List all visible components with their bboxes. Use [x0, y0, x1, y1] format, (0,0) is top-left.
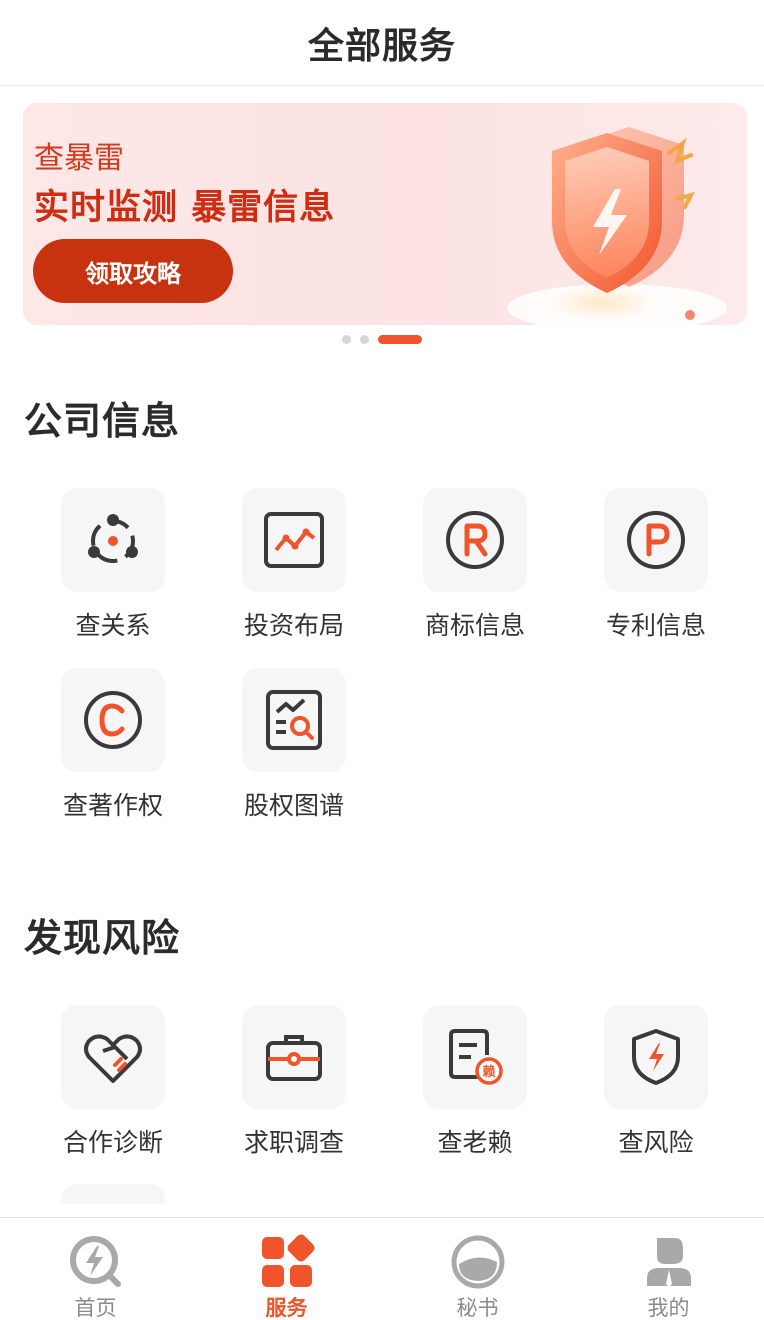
investment-chart-icon	[264, 512, 324, 568]
tab-home[interactable]: 首页	[0, 1218, 191, 1320]
service-label: 查风险	[618, 1128, 694, 1157]
service-tile	[242, 668, 346, 772]
service-label: 合作诊断	[62, 1128, 163, 1157]
service-tile: 赖	[423, 1005, 527, 1109]
relationship-icon	[88, 514, 138, 563]
carousel-dot[interactable]	[360, 335, 369, 344]
briefcase-icon	[266, 1035, 322, 1081]
service-label: 查老赖	[437, 1128, 513, 1157]
svg-text:赖: 赖	[482, 1064, 495, 1080]
service-label: 求职调查	[243, 1128, 344, 1157]
carousel-dot[interactable]	[342, 335, 351, 344]
service-tile	[242, 488, 346, 592]
carousel-indicator[interactable]	[0, 335, 764, 344]
bottom-tab-bar: 首页 服务 秘书 我的	[0, 1217, 764, 1320]
equity-report-icon	[266, 690, 322, 750]
service-tile	[61, 668, 165, 772]
registered-trademark-icon	[446, 511, 504, 569]
section-title-company-info: 公司信息	[24, 399, 181, 443]
service-item-job-check[interactable]: 求职调查	[222, 1005, 362, 1165]
risk-shield-icon	[632, 1029, 680, 1085]
tab-home-label: 首页	[74, 1296, 117, 1320]
service-item-equity[interactable]: 股权图谱	[222, 668, 362, 828]
patent-icon	[627, 511, 685, 569]
service-item-patent[interactable]: 专利信息	[584, 488, 724, 648]
service-label: 商标信息	[424, 611, 525, 640]
service-tile	[242, 1005, 346, 1109]
get-guide-button[interactable]: 领取攻略	[33, 239, 233, 303]
profile-icon	[646, 1238, 691, 1287]
banner-subtitle: 查暴雷	[34, 141, 124, 176]
handshake-heart-icon	[84, 1034, 142, 1083]
banner-headline: 实时监测 暴雷信息	[34, 188, 336, 228]
services-grid-icon	[261, 1234, 314, 1287]
shield-illustration-icon	[507, 127, 727, 325]
page-header: 全部服务	[0, 0, 764, 86]
service-item-risk[interactable]: 查风险	[584, 1005, 724, 1165]
tab-secretary[interactable]: 秘书	[382, 1218, 573, 1320]
page-title: 全部服务	[307, 25, 456, 67]
service-tile	[604, 1005, 708, 1109]
service-tile	[61, 1005, 165, 1109]
section-title-risk: 发现风险	[24, 916, 181, 960]
service-label: 专利信息	[605, 611, 706, 640]
service-tile	[423, 488, 527, 592]
service-tile	[604, 488, 708, 592]
home-bolt-icon	[69, 1236, 121, 1287]
promo-banner[interactable]: 查暴雷 实时监测 暴雷信息 领取攻略	[23, 103, 747, 325]
service-item-investment[interactable]: 投资布局	[222, 488, 362, 648]
debtor-document-icon: 赖	[449, 1029, 503, 1085]
tab-profile-label: 我的	[647, 1296, 690, 1320]
service-label: 查著作权	[62, 791, 163, 820]
secretary-icon	[451, 1235, 504, 1289]
service-tile	[61, 488, 165, 592]
carousel-dot-active[interactable]	[378, 335, 422, 344]
tab-services[interactable]: 服务	[191, 1218, 382, 1320]
service-item-trademark[interactable]: 商标信息	[403, 488, 543, 648]
tab-services-label: 服务	[265, 1296, 308, 1320]
copyright-icon	[84, 691, 142, 749]
tab-secretary-label: 秘书	[456, 1296, 499, 1320]
tab-profile[interactable]: 我的	[573, 1218, 764, 1320]
service-item-relationship[interactable]: 查关系	[41, 488, 181, 648]
service-label: 股权图谱	[243, 791, 344, 820]
service-label: 投资布局	[243, 611, 344, 640]
service-item-copyright[interactable]: 查著作权	[41, 668, 181, 828]
service-tile-partial[interactable]	[61, 1184, 165, 1204]
service-item-cooperation[interactable]: 合作诊断	[41, 1005, 181, 1165]
service-item-debtor[interactable]: 赖 查老赖	[403, 1005, 543, 1165]
service-label: 查关系	[75, 611, 151, 640]
